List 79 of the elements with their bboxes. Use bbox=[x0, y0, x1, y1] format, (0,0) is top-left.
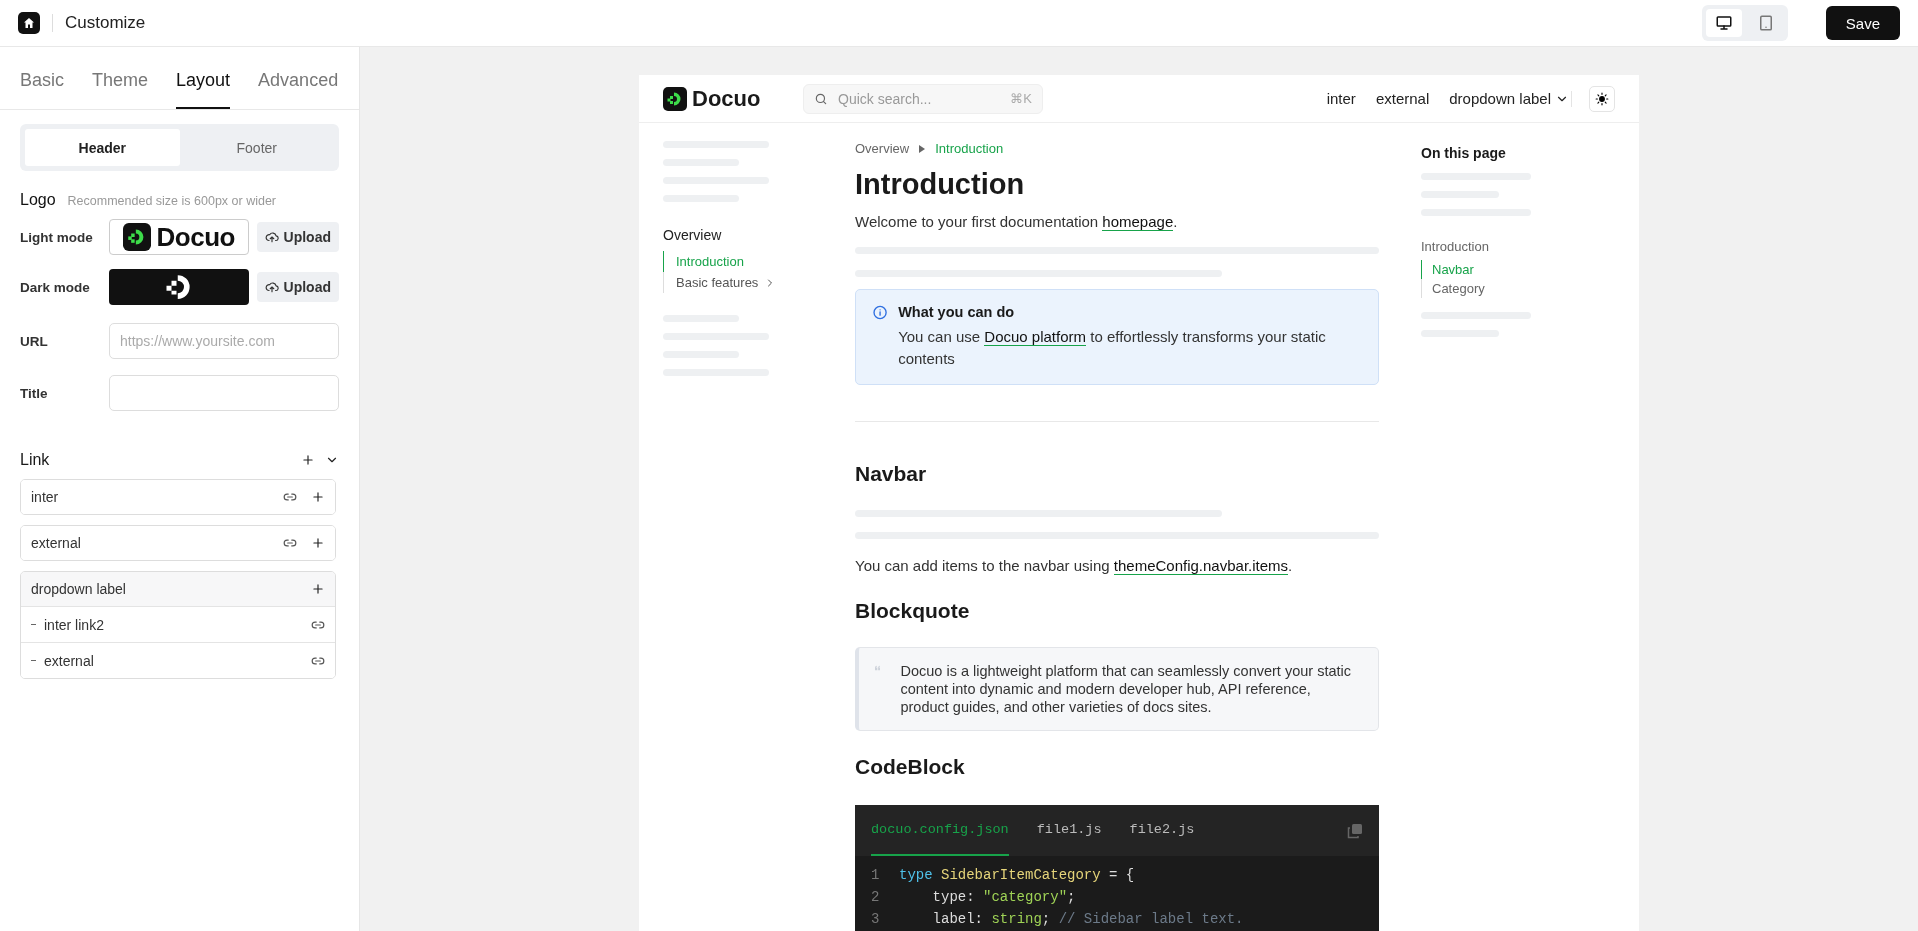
caret-icon bbox=[919, 144, 926, 153]
add-button[interactable] bbox=[311, 536, 325, 550]
link-button[interactable] bbox=[283, 536, 297, 550]
field-label: Dark mode bbox=[20, 279, 91, 295]
field-label: Title bbox=[20, 385, 49, 401]
text-link[interactable]: homepage bbox=[1102, 213, 1174, 231]
device-button[interactable] bbox=[1705, 9, 1742, 37]
settings-tab[interactable]: Advanced bbox=[258, 70, 339, 109]
file-tab[interactable]: docuo.config.json bbox=[871, 805, 1009, 856]
plus-icon bbox=[301, 453, 315, 467]
section-title: Link bbox=[20, 451, 51, 469]
add-button[interactable] bbox=[311, 490, 325, 504]
nav-link[interactable]: inter bbox=[1326, 90, 1356, 107]
section-heading: Navbar bbox=[855, 462, 928, 486]
link-label: external bbox=[31, 535, 82, 551]
section-heading: CodeBlock bbox=[855, 755, 966, 779]
upload-button[interactable]: Upload bbox=[256, 272, 339, 302]
upload-button[interactable]: Upload bbox=[256, 222, 339, 252]
section-heading: Blockquote bbox=[855, 599, 971, 623]
settings-tab[interactable]: Basic bbox=[20, 70, 64, 109]
text-field[interactable] bbox=[109, 375, 339, 411]
dash-icon bbox=[31, 659, 36, 662]
plus-icon bbox=[311, 536, 325, 550]
code-line: 1 type SidebarItemCategory = { bbox=[871, 866, 1136, 885]
toc-title: On this page bbox=[1421, 145, 1507, 161]
cloud-upload-icon bbox=[264, 280, 279, 294]
home-icon bbox=[23, 17, 35, 29]
field-label: Light mode bbox=[20, 229, 94, 245]
plus-icon bbox=[311, 490, 325, 504]
add-button[interactable] bbox=[311, 582, 325, 596]
code-line: 3 label: string; // Sidebar label text. bbox=[871, 910, 1245, 929]
cloud-upload-icon bbox=[264, 230, 279, 244]
link-icon bbox=[283, 490, 297, 504]
dash-icon bbox=[31, 623, 36, 626]
logo-icon bbox=[663, 86, 687, 111]
text-field[interactable]: https://www.yoursite.com bbox=[109, 323, 339, 359]
link-label: external bbox=[44, 652, 94, 669]
toc-link[interactable]: Introduction bbox=[1421, 239, 1639, 254]
link-button[interactable] bbox=[283, 490, 297, 504]
toc-link[interactable]: Category bbox=[1421, 279, 1639, 298]
link-label: dropdown label bbox=[31, 581, 127, 597]
save-button[interactable]: Save bbox=[1825, 6, 1900, 40]
page-heading: Introduction bbox=[855, 168, 1026, 201]
link-label: inter bbox=[31, 489, 60, 505]
logo-text: Docuo bbox=[156, 221, 235, 253]
info-icon bbox=[872, 304, 889, 321]
monitor-icon bbox=[1714, 14, 1733, 32]
logo-icon bbox=[122, 223, 151, 251]
hint-text: Recommended size is 600px or wider bbox=[67, 194, 277, 208]
settings-tab[interactable]: Theme bbox=[92, 70, 149, 109]
sidebar-item[interactable]: Basic features bbox=[663, 272, 831, 293]
nav-link[interactable]: external bbox=[1375, 90, 1430, 107]
plus-icon bbox=[311, 582, 325, 596]
search-icon bbox=[814, 91, 828, 106]
paragraph: You can use Docuo platform to effortlessly transforms your static contents bbox=[898, 327, 1327, 369]
settings-tab[interactable]: Layout bbox=[176, 70, 231, 109]
text-link[interactable]: Docuo platform bbox=[984, 328, 1087, 346]
file-tab[interactable]: file1.js bbox=[1036, 805, 1102, 856]
paragraph: You can add items to the navbar using themeConfig.navbar.items. bbox=[855, 556, 1294, 577]
link-icon bbox=[283, 536, 297, 550]
quote-text: Docuo is a lightweight platform that can seamlessly convert your static content into dynamic and modern developer hub, API reference, product guides, and other varieties of docs sites. bbox=[900, 662, 1352, 716]
segment-button[interactable]: Header bbox=[25, 129, 180, 166]
logo-text: Docuo bbox=[692, 85, 761, 112]
field-label: URL bbox=[20, 333, 49, 349]
add-button[interactable] bbox=[301, 453, 315, 467]
sun-icon bbox=[1595, 91, 1609, 106]
copy-icon bbox=[1347, 822, 1363, 839]
home-button[interactable] bbox=[18, 12, 40, 34]
breadcrumb-link[interactable]: Overview bbox=[855, 141, 910, 156]
nav-link[interactable]: dropdown label bbox=[1449, 90, 1569, 107]
callout-title: What you can do bbox=[898, 304, 1016, 320]
paragraph: Welcome to your first documentation homepage. bbox=[855, 212, 1179, 233]
section-title: Logo bbox=[20, 191, 56, 209]
sidebar-section: Overview bbox=[663, 227, 831, 243]
file-tab[interactable]: file2.js bbox=[1129, 805, 1195, 856]
segment-button[interactable]: Footer bbox=[179, 129, 334, 166]
link-label: inter link2 bbox=[44, 616, 104, 633]
code-line: 2 type: "category"; bbox=[871, 888, 1077, 907]
page-title: Customize bbox=[65, 13, 146, 33]
